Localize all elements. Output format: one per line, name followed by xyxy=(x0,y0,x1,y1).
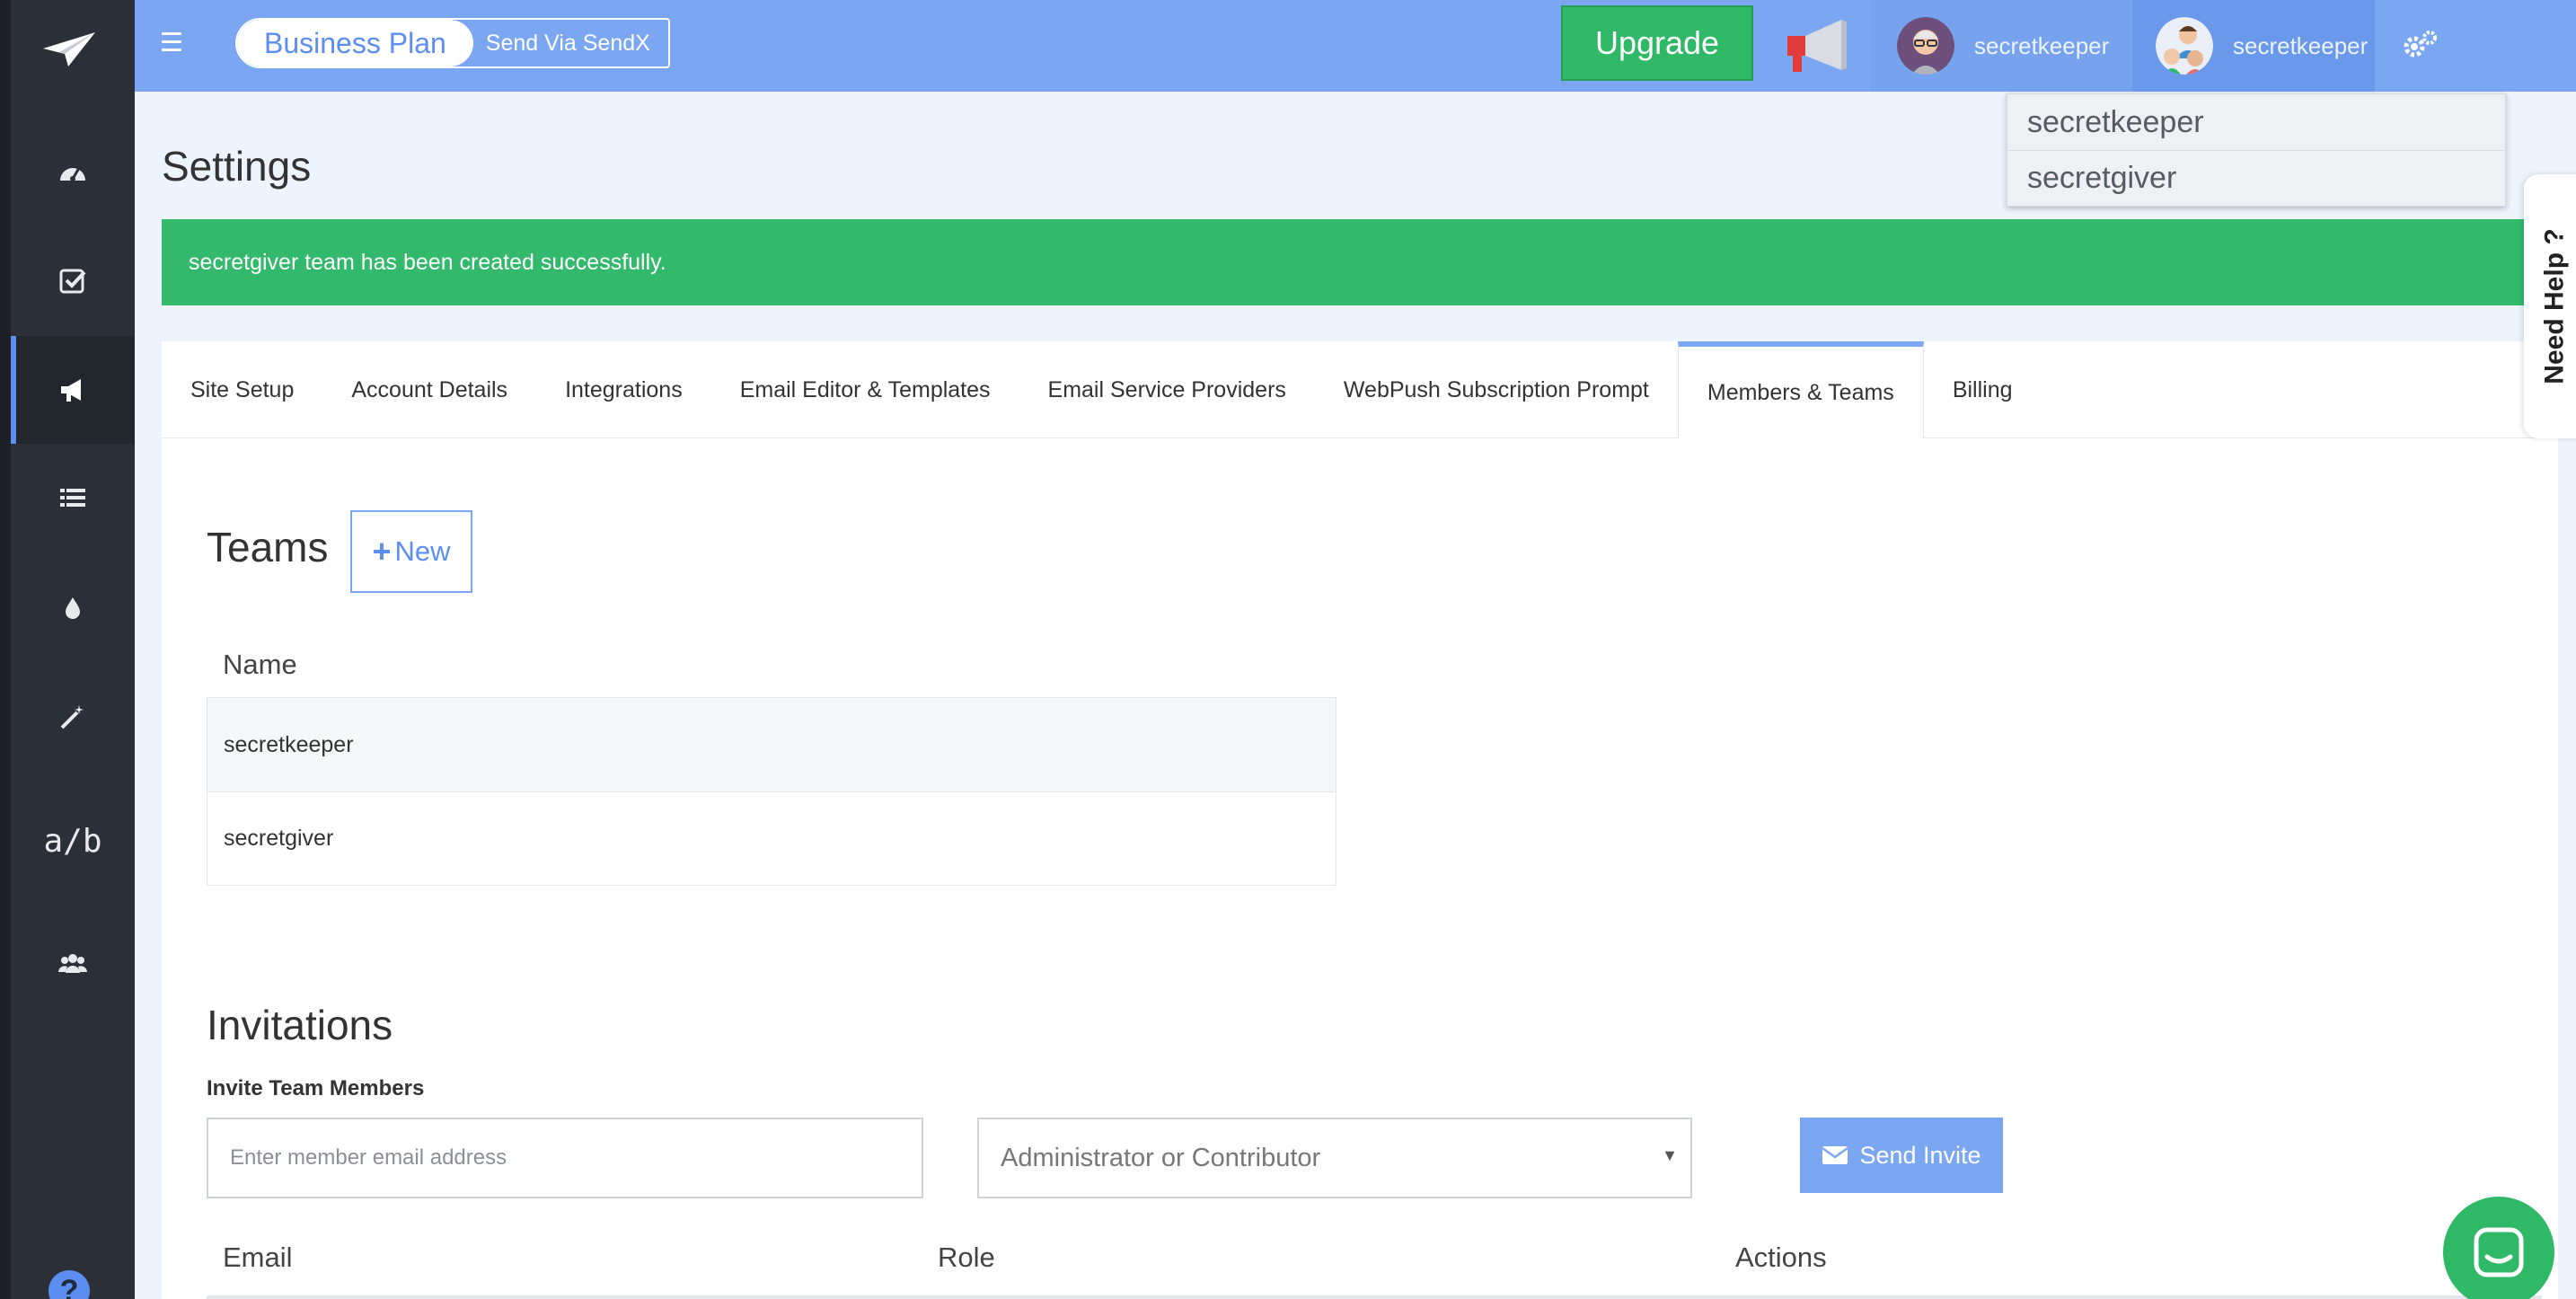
sidebar-item-tasks[interactable] xyxy=(11,226,135,334)
table-row[interactable]: secretkeeper xyxy=(207,698,1336,791)
plus-icon: + xyxy=(372,533,392,570)
users-icon xyxy=(58,954,87,973)
invitations-column-email: Email xyxy=(223,1242,293,1273)
tab-webpush-subscription-prompt[interactable]: WebPush Subscription Prompt xyxy=(1315,341,1678,438)
invitations-column-role: Role xyxy=(938,1242,995,1273)
teams-table: secretkeeper secretgiver xyxy=(207,697,1337,886)
invitations-column-actions: Actions xyxy=(1735,1242,1827,1273)
tab-billing[interactable]: Billing xyxy=(1924,341,2042,438)
sidebar-item-automation[interactable] xyxy=(11,663,135,771)
settings-tabs: Site Setup Account Details Integrations … xyxy=(162,341,2558,439)
role-select[interactable]: Administrator or Contributor ▼ xyxy=(977,1118,1692,1198)
page-title: Settings xyxy=(162,143,312,190)
dropdown-item-secretkeeper[interactable]: secretkeeper xyxy=(2007,94,2505,150)
plan-group: Business Plan Send Via SendX xyxy=(235,18,670,68)
teams-column-name: Name xyxy=(223,649,297,680)
tab-site-setup[interactable]: Site Setup xyxy=(162,341,322,438)
need-help-label: Need Help ? xyxy=(2540,228,2570,384)
dashboard-icon xyxy=(60,167,85,181)
upgrade-button[interactable]: Upgrade xyxy=(1561,5,1753,81)
tab-email-editor-templates[interactable]: Email Editor & Templates xyxy=(711,341,1019,438)
send-via-sendx-link[interactable]: Send Via SendX xyxy=(473,20,668,66)
checklist-icon xyxy=(59,269,86,294)
drop-icon xyxy=(66,597,80,619)
send-invite-label: Send Invite xyxy=(1859,1141,1981,1169)
tab-account-details[interactable]: Account Details xyxy=(322,341,536,438)
invitations-table-border xyxy=(207,1295,2542,1299)
invite-team-members-label: Invite Team Members xyxy=(207,1076,425,1100)
dropdown-item-secretgiver[interactable]: secretgiver xyxy=(2007,150,2505,206)
invitations-heading: Invitations xyxy=(207,1002,393,1048)
role-select-value: Administrator or Contributor xyxy=(1001,1143,1321,1172)
sidebar-item-drip[interactable] xyxy=(11,553,135,661)
chat-icon xyxy=(2474,1227,2524,1277)
table-row[interactable]: secretgiver xyxy=(207,791,1336,885)
ab-test-icon: a/b xyxy=(43,822,102,860)
help-icon[interactable]: ? xyxy=(49,1270,90,1299)
user-menu[interactable]: secretkeeper xyxy=(1870,0,2132,92)
magic-wand-icon xyxy=(60,705,84,729)
sidebar: a/b ? xyxy=(0,0,135,1299)
sidebar-item-dashboard[interactable] xyxy=(11,119,135,226)
paper-plane-icon[interactable] xyxy=(41,31,97,70)
announcements-megaphone-icon[interactable] xyxy=(1784,16,1852,75)
tab-members-teams[interactable]: Members & Teams xyxy=(1677,341,1924,439)
sidebar-item-team[interactable] xyxy=(11,909,135,1017)
envelope-icon xyxy=(1822,1146,1849,1164)
caret-down-icon: ▼ xyxy=(1662,1146,1678,1164)
user-name: secretkeeper xyxy=(1974,31,2110,59)
business-plan-badge[interactable]: Business Plan xyxy=(237,20,473,66)
success-alert: secretgiver team has been created succes… xyxy=(162,219,2576,305)
hamburger-icon[interactable] xyxy=(162,32,181,52)
sidebar-item-lists[interactable] xyxy=(11,444,135,552)
tab-integrations[interactable]: Integrations xyxy=(536,341,711,438)
settings-card: Site Setup Account Details Integrations … xyxy=(162,341,2558,1299)
member-email-input[interactable] xyxy=(207,1118,923,1198)
chat-launcher[interactable] xyxy=(2443,1197,2554,1299)
sidebar-edge xyxy=(0,0,11,1299)
sidebar-item-ab-test[interactable]: a/b xyxy=(11,787,135,895)
megaphone-icon xyxy=(61,379,81,402)
new-team-button[interactable]: + New xyxy=(350,510,472,593)
team-avatar xyxy=(2156,17,2213,75)
send-invite-button[interactable]: Send Invite xyxy=(1800,1118,2003,1193)
tab-email-service-providers[interactable]: Email Service Providers xyxy=(1019,341,1315,438)
team-name: secretkeeper xyxy=(2233,31,2369,59)
team-dropdown: secretkeeper secretgiver xyxy=(2007,93,2506,207)
gear-icon[interactable] xyxy=(2402,29,2438,61)
team-switcher[interactable]: secretkeeper xyxy=(2132,0,2375,92)
sidebar-item-campaigns[interactable] xyxy=(11,336,135,444)
teams-heading: Teams xyxy=(207,524,329,570)
avatar xyxy=(1897,17,1954,75)
need-help-tab[interactable]: Need Help ? xyxy=(2524,174,2576,438)
new-team-label: New xyxy=(394,535,451,567)
alert-message: secretgiver team has been created succes… xyxy=(189,249,666,275)
list-icon xyxy=(60,489,85,507)
